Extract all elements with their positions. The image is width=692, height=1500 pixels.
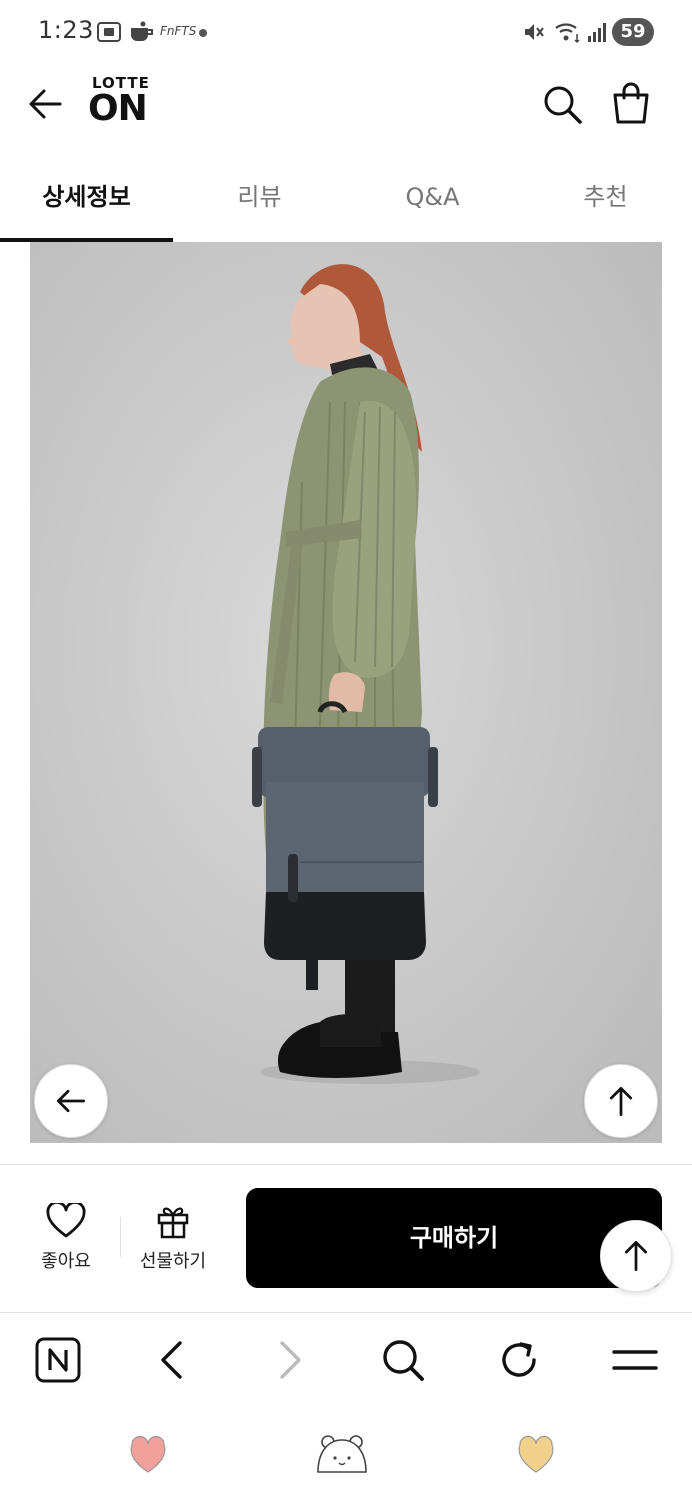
scroll-to-top-button[interactable]	[600, 1220, 672, 1292]
tab-details[interactable]: 상세정보	[0, 160, 173, 242]
detail-tabs: 상세정보 리뷰 Q&A 추천	[0, 160, 692, 242]
dot-icon	[199, 29, 207, 37]
lotte-on-logo[interactable]: LOTTE ON	[88, 74, 158, 136]
mute-icon	[525, 24, 544, 40]
purchase-action-bar: 좋아요 선물하기 구매하기	[0, 1165, 692, 1313]
like-label: 좋아요	[41, 1251, 91, 1272]
status-bar: 1:23 FnFTS 59	[0, 0, 692, 64]
battery-indicator: 59	[612, 18, 654, 46]
gift-label: 선물하기	[139, 1251, 207, 1272]
pink-heart-icon[interactable]	[120, 1428, 176, 1480]
model-with-backpack-illustration	[30, 242, 662, 1143]
tab-recommend[interactable]: 추천	[519, 160, 692, 242]
forward-icon[interactable]	[264, 1335, 314, 1385]
tab-reviews[interactable]: 리뷰	[173, 160, 346, 242]
tab-qna[interactable]: Q&A	[346, 160, 519, 242]
image-prev-button[interactable]	[34, 1064, 108, 1138]
search-icon[interactable]	[378, 1335, 428, 1385]
browser-toolbar	[0, 1313, 692, 1408]
naver-icon[interactable]	[34, 1335, 84, 1385]
separator	[120, 1217, 121, 1257]
notification-text: FnFTS	[160, 24, 197, 38]
status-time: 1:23	[38, 16, 94, 44]
like-button[interactable]: 좋아요	[26, 1203, 106, 1273]
signal-icon	[588, 23, 606, 42]
system-navigation-bar	[0, 1408, 692, 1500]
product-image[interactable]	[30, 242, 662, 1143]
search-icon[interactable]	[540, 82, 584, 126]
back-icon[interactable]	[148, 1335, 198, 1385]
gift-icon	[157, 1207, 189, 1239]
refresh-icon[interactable]	[494, 1335, 544, 1385]
coffee-icon	[131, 21, 153, 41]
heart-outline-icon	[46, 1203, 86, 1238]
gift-button[interactable]: 선물하기	[128, 1203, 218, 1273]
screenshot-icon	[97, 22, 121, 42]
bear-face-icon[interactable]	[314, 1428, 370, 1480]
shopping-bag-icon[interactable]	[608, 80, 654, 126]
menu-icon[interactable]	[610, 1335, 660, 1385]
yellow-heart-icon[interactable]	[508, 1428, 564, 1480]
app-header: LOTTE ON	[0, 64, 692, 154]
logo-text-bottom: ON	[88, 88, 148, 129]
buy-button[interactable]: 구매하기	[246, 1188, 662, 1288]
image-scroll-top-button[interactable]	[584, 1064, 658, 1138]
wifi-icon	[555, 23, 580, 44]
back-arrow-icon[interactable]	[24, 82, 68, 126]
